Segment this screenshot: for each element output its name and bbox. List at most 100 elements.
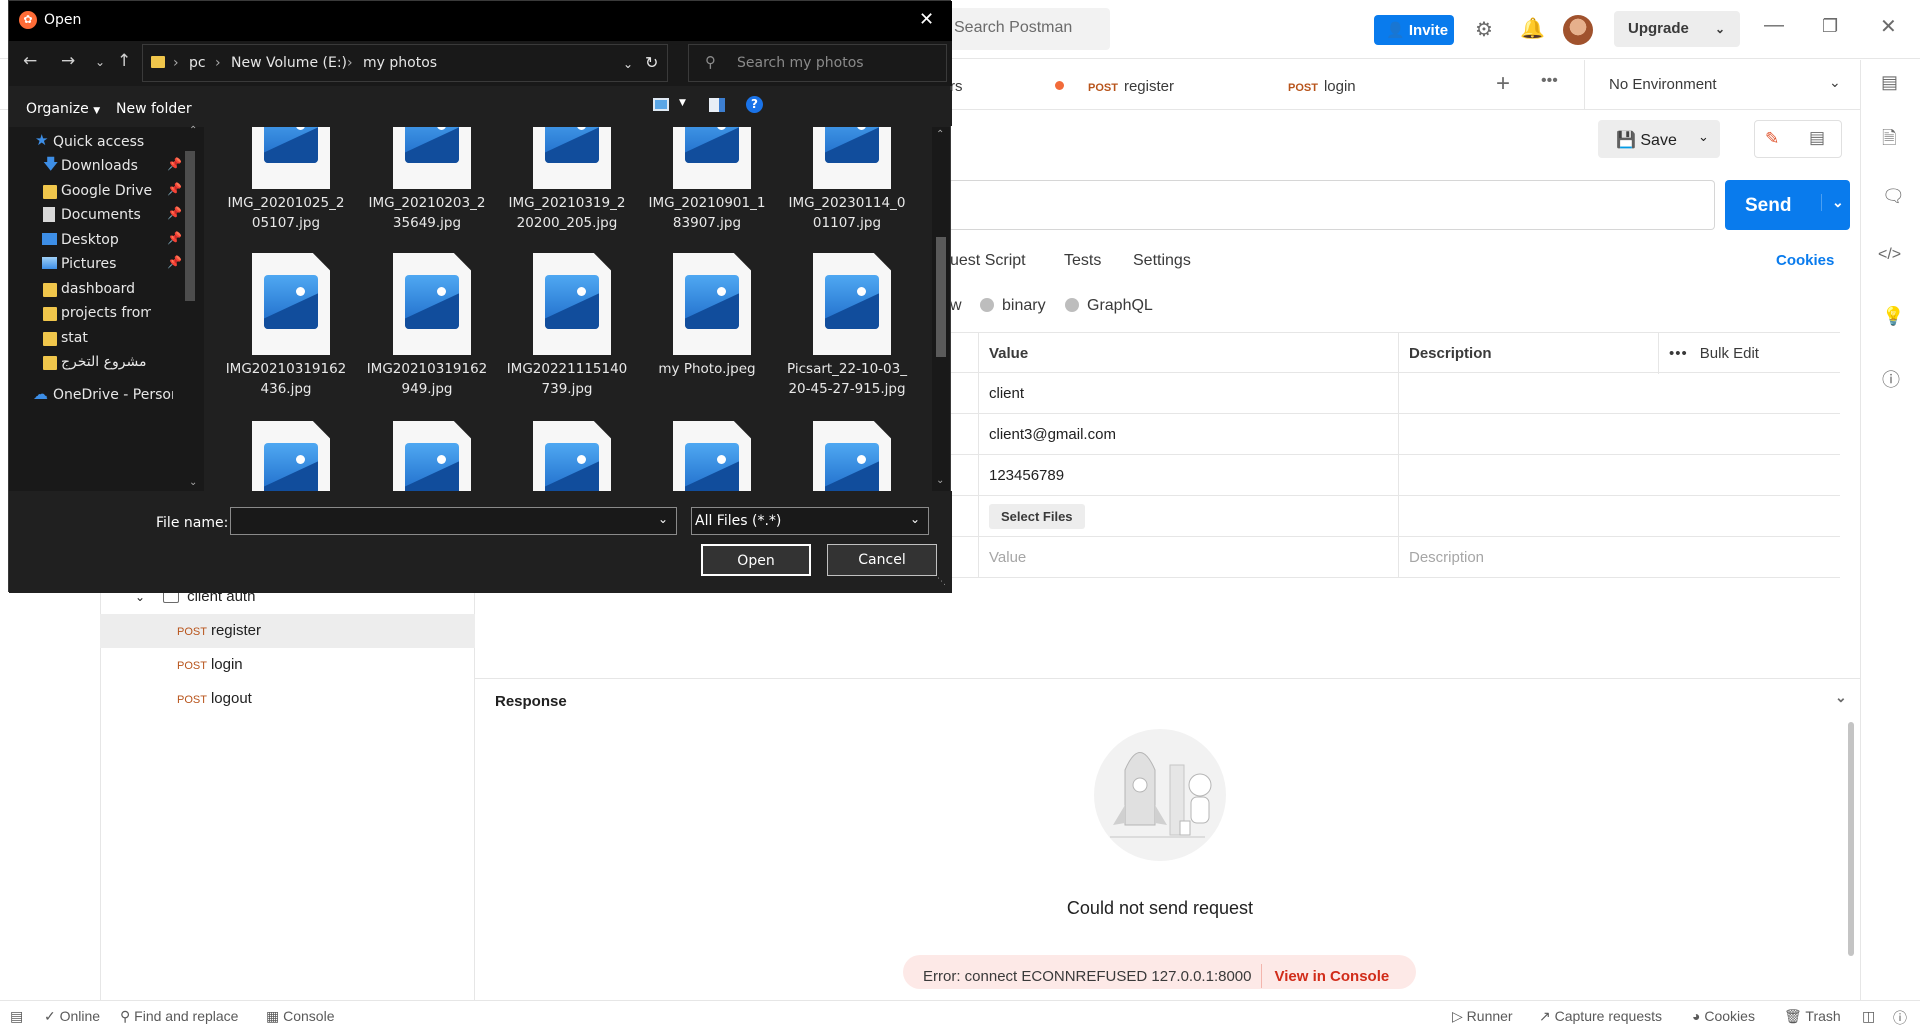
nav-item-onedrive[interactable]: ☁ OneDrive - Person xyxy=(9,380,179,410)
bulk-edit[interactable]: ••• Bulk Edit xyxy=(1658,333,1840,374)
tab-settings[interactable]: Settings xyxy=(1133,252,1191,270)
file-item[interactable]: IMG20210319162 949.jpg xyxy=(362,253,492,413)
tab-pre-request-script[interactable]: uest Script xyxy=(950,252,1026,270)
toggle-sidebar-icon[interactable]: ▤ xyxy=(10,1008,23,1025)
description-cell[interactable] xyxy=(1398,496,1840,537)
file-item[interactable] xyxy=(642,421,772,491)
tree-item-logout[interactable]: POST logout xyxy=(100,682,475,716)
scroll-down-icon[interactable]: ⌄ xyxy=(936,475,944,486)
comment-icon[interactable]: ▤ xyxy=(1809,128,1825,148)
file-item[interactable]: IMG_20210319_2 20200_205.jpg xyxy=(502,127,632,247)
tab-register[interactable]: POST register xyxy=(1088,78,1174,95)
file-name-input[interactable]: ⌄ xyxy=(230,507,677,535)
two-pane-icon[interactable]: ◫ xyxy=(1862,1008,1875,1025)
chevron-down-icon[interactable]: ⌄ xyxy=(658,512,668,526)
scroll-up-icon[interactable]: ⌃ xyxy=(936,129,944,140)
minimize-icon[interactable]: — xyxy=(1764,14,1784,37)
breadcrumb-volume[interactable]: New Volume (E:) xyxy=(231,55,347,71)
caret-down-icon[interactable]: ▼ xyxy=(679,98,686,108)
body-type-binary[interactable]: binary xyxy=(980,297,1046,315)
breadcrumb-my-photos[interactable]: my photos xyxy=(363,55,437,71)
invite-button[interactable]: 👤 Invite xyxy=(1374,15,1454,45)
file-item[interactable] xyxy=(362,421,492,491)
close-window-icon[interactable]: ✕ xyxy=(1880,14,1897,39)
file-item[interactable] xyxy=(782,421,912,491)
save-button[interactable]: 💾 Save ⌄ xyxy=(1598,120,1720,158)
preview-pane-icon[interactable] xyxy=(709,98,725,112)
avatar[interactable] xyxy=(1563,15,1593,45)
response-scrollbar[interactable] xyxy=(1848,722,1854,956)
find-replace[interactable]: ⚲ Find and replace xyxy=(120,1008,238,1025)
file-item[interactable]: IMG_20210203_2 35649.jpg xyxy=(362,127,492,247)
scroll-up-icon[interactable]: ⌃ xyxy=(189,125,197,136)
select-files-button[interactable]: Select Files xyxy=(989,504,1085,529)
file-list-scrollbar[interactable]: ⌃ ⌄ xyxy=(932,127,950,491)
cookies-button[interactable]: ◕ Cookies xyxy=(1692,1008,1755,1024)
chevron-down-icon[interactable]: ⌄ xyxy=(1835,689,1847,706)
restore-icon[interactable]: ❐ xyxy=(1822,16,1838,37)
refresh-icon[interactable]: ↻ xyxy=(645,53,658,72)
lightbulb-icon[interactable]: 💡 xyxy=(1882,306,1904,327)
environment-select[interactable]: No Environment ⌄ xyxy=(1584,60,1860,110)
navigation-scrollbar[interactable] xyxy=(185,151,195,301)
open-button[interactable]: Open xyxy=(701,544,811,576)
forward-arrow-icon[interactable]: → xyxy=(61,51,75,71)
chevron-down-icon[interactable]: ⌄ xyxy=(623,57,633,71)
recent-chevron-icon[interactable]: ⌄ xyxy=(95,55,105,69)
body-type-graphql[interactable]: GraphQL xyxy=(1065,297,1153,315)
back-arrow-icon[interactable]: ← xyxy=(23,51,37,71)
help-icon[interactable]: ⓘ xyxy=(1893,1008,1907,1028)
scroll-down-icon[interactable]: ⌄ xyxy=(189,477,197,488)
file-item[interactable]: IMG_20210901_1 83907.jpg xyxy=(642,127,772,247)
trash-button[interactable]: 🗑 Trash xyxy=(1784,1008,1841,1025)
file-item[interactable] xyxy=(502,421,632,491)
tree-item-login[interactable]: POST login xyxy=(100,648,475,682)
search-postman-input[interactable]: Search Postman xyxy=(940,8,1110,50)
new-tab-icon[interactable]: + xyxy=(1496,70,1510,98)
send-button[interactable]: Send ⌄ xyxy=(1725,180,1850,230)
code-icon[interactable]: </> xyxy=(1878,246,1901,264)
description-cell[interactable] xyxy=(1398,373,1840,414)
tab-login[interactable]: POST login xyxy=(1288,78,1356,95)
more-icon[interactable]: ••• xyxy=(1669,345,1688,362)
organize-menu[interactable]: Organize ▼ xyxy=(26,101,100,117)
documentation-icon[interactable]: 🗎 xyxy=(1882,126,1896,156)
breadcrumb-pc[interactable]: pc xyxy=(189,55,206,71)
cookies-link[interactable]: Cookies xyxy=(1776,252,1834,269)
runner-button[interactable]: ▷ Runner xyxy=(1452,1008,1513,1025)
status-online[interactable]: ✓ Online xyxy=(44,1008,100,1025)
file-item[interactable]: my Photo.jpeg xyxy=(642,253,772,413)
help-icon[interactable]: ? xyxy=(746,96,763,113)
capture-requests-button[interactable]: ↗ Capture requests xyxy=(1539,1008,1662,1025)
address-bar[interactable]: › pc › New Volume (E:) › my photos ⌄ ↻ xyxy=(142,44,668,82)
body-type-raw[interactable]: w xyxy=(950,297,962,315)
resize-grip-icon[interactable]: ⋱ xyxy=(937,577,946,587)
more-tabs-icon[interactable]: ••• xyxy=(1541,72,1558,90)
file-item[interactable]: Picsart_22-10-03_ 20-45-27-915.jpg xyxy=(782,253,912,413)
settings-icon[interactable]: ⚙ xyxy=(1475,17,1493,42)
search-input[interactable]: ⚲ Search my photos xyxy=(688,44,947,82)
comments-icon[interactable]: 🗨 xyxy=(1882,186,1905,207)
environment-quicklook-icon[interactable]: ▤ xyxy=(1881,72,1898,93)
close-icon[interactable]: ✕ xyxy=(919,9,934,30)
file-item[interactable]: IMG_20201025_2 05107.jpg xyxy=(221,127,351,247)
bell-icon[interactable]: 🔔 xyxy=(1520,16,1545,41)
new-folder-button[interactable]: New folder xyxy=(116,101,192,117)
url-input[interactable] xyxy=(948,180,1715,230)
cancel-button[interactable]: Cancel xyxy=(827,544,937,576)
tab-tests[interactable]: Tests xyxy=(1064,252,1101,270)
console-button[interactable]: ▦ Console xyxy=(266,1008,335,1025)
upgrade-button[interactable]: Upgrade ⌄ xyxy=(1614,11,1740,47)
view-in-console-link[interactable]: View in Console xyxy=(1274,968,1389,985)
tree-item-register[interactable]: POST register xyxy=(100,614,475,648)
file-item[interactable] xyxy=(221,421,351,491)
description-placeholder[interactable]: Description xyxy=(1398,537,1840,578)
value-cell[interactable]: client3@gmail.com xyxy=(978,414,1398,455)
view-options-icon[interactable] xyxy=(653,98,669,111)
up-arrow-icon[interactable]: ↑ xyxy=(117,51,131,71)
info-icon[interactable]: ⓘ xyxy=(1882,366,1900,392)
file-item[interactable]: IMG20210319162 436.jpg xyxy=(221,253,351,413)
description-cell[interactable] xyxy=(1398,414,1840,455)
file-item[interactable]: IMG20221115140 739.jpg xyxy=(502,253,632,413)
nav-item-graduation-project[interactable]: مشروع التخرج xyxy=(9,347,179,377)
